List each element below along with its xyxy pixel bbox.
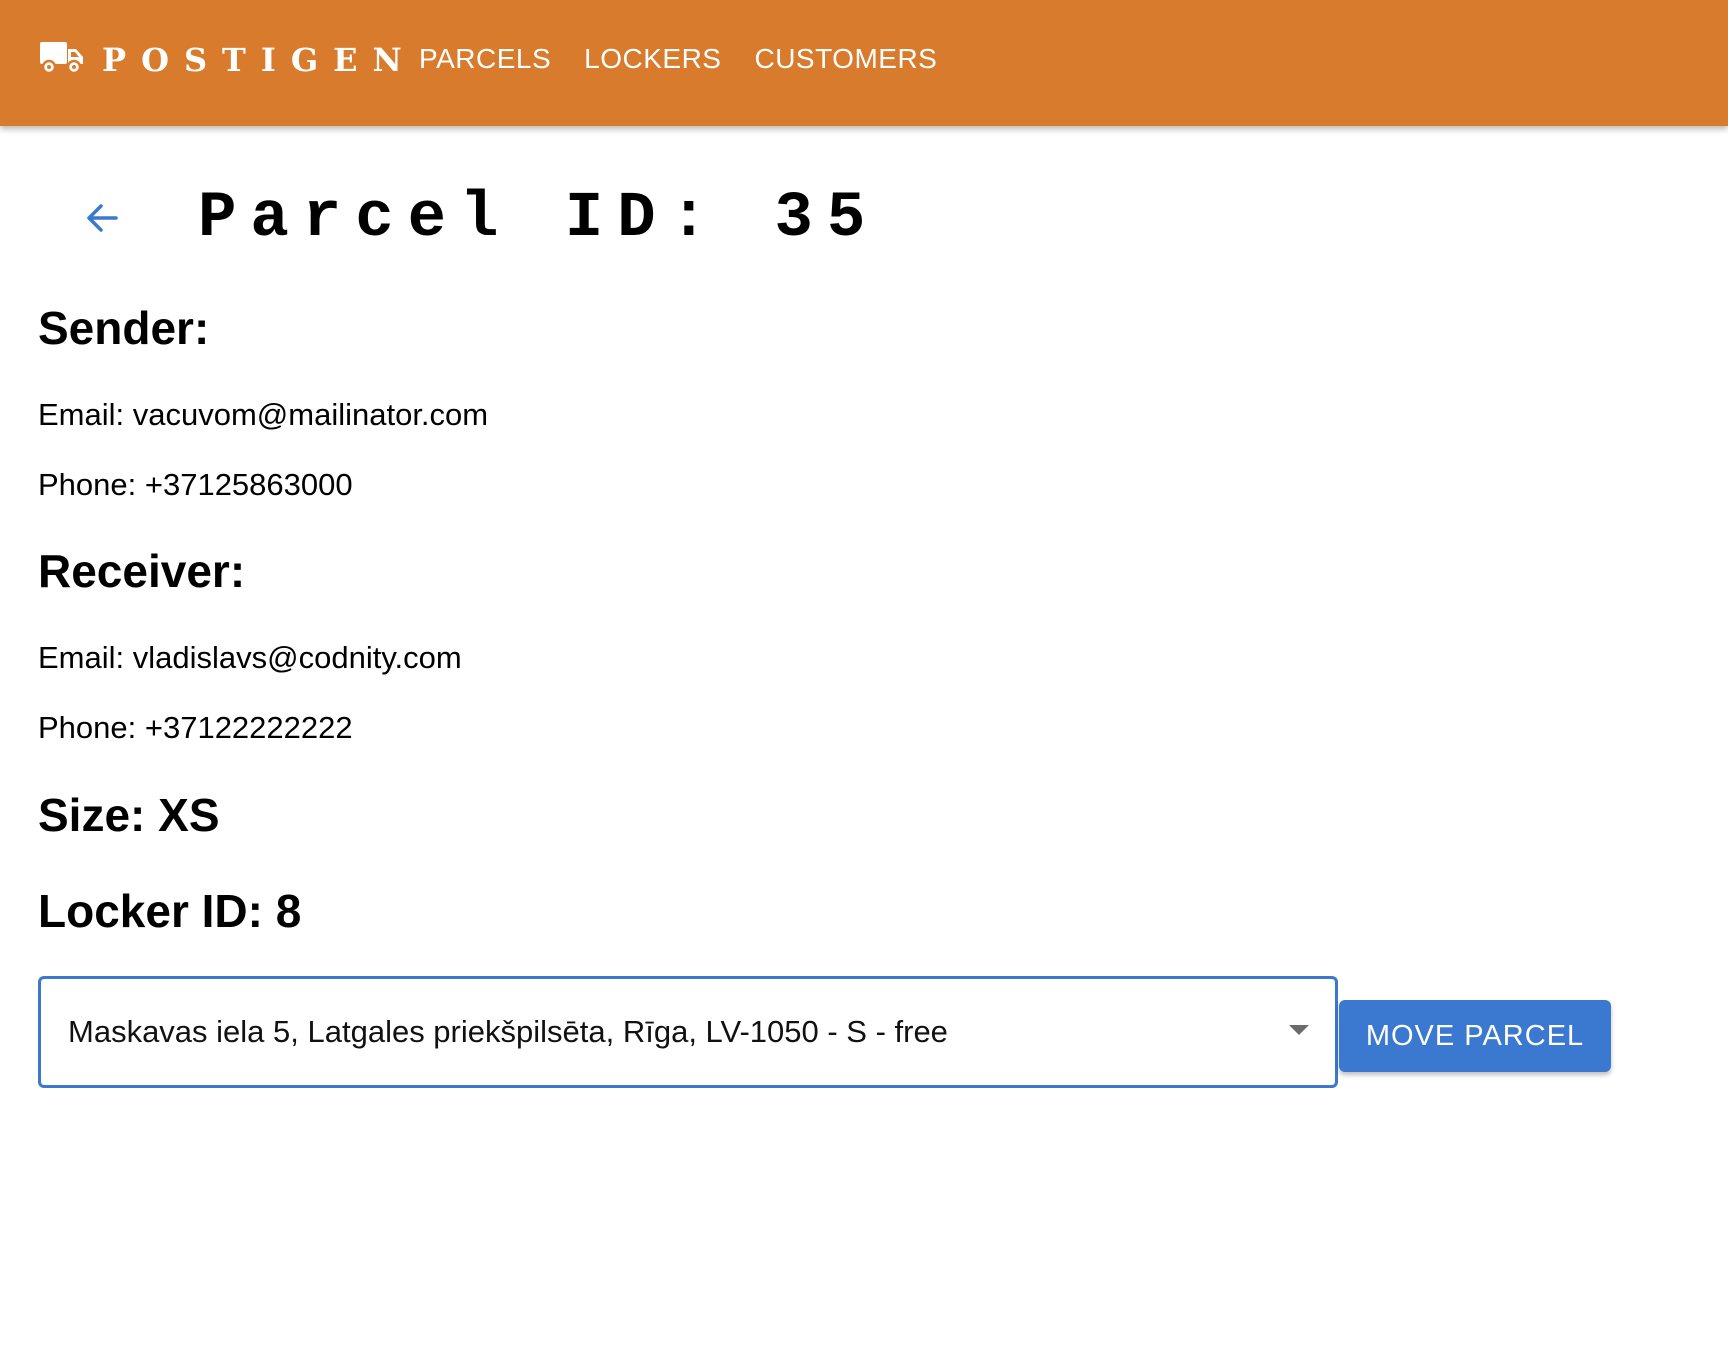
- page-title: Parcel ID: 35: [198, 183, 880, 255]
- back-button[interactable]: [72, 188, 132, 248]
- sender-email: Email: vacuvom@mailinator.com: [38, 397, 489, 432]
- nav-link-parcels[interactable]: PARCELS: [419, 42, 551, 76]
- main-nav: PARCELS LOCKERS CUSTOMERS: [419, 42, 937, 76]
- sender-heading: Sender:: [38, 302, 210, 354]
- receiver-email: Email: vladislavs@codnity.com: [38, 640, 462, 675]
- locker-id: Locker ID: 8: [38, 885, 302, 937]
- brand-logo-text[interactable]: POSTIGEN: [102, 40, 417, 80]
- locker-select-value: Maskavas iela 5, Latgales priekšpilsēta,…: [68, 1014, 948, 1049]
- arrow-left-icon: [87, 204, 118, 232]
- nav-link-lockers[interactable]: LOCKERS: [584, 42, 721, 76]
- nav-link-customers[interactable]: CUSTOMERS: [754, 42, 937, 76]
- receiver-phone: Phone: +37122222222: [38, 710, 353, 745]
- dropdown-caret-icon: [1289, 1025, 1309, 1035]
- app-header: POSTIGEN PARCELS LOCKERS CUSTOMERS: [0, 0, 1728, 126]
- parcel-size: Size: XS: [38, 789, 220, 841]
- locker-select[interactable]: Maskavas iela 5, Latgales priekšpilsēta,…: [38, 976, 1338, 1088]
- truck-icon[interactable]: [40, 40, 84, 76]
- sender-phone: Phone: +37125863000: [38, 467, 353, 502]
- move-parcel-button[interactable]: MOVE PARCEL: [1339, 1000, 1611, 1072]
- receiver-heading: Receiver:: [38, 545, 246, 597]
